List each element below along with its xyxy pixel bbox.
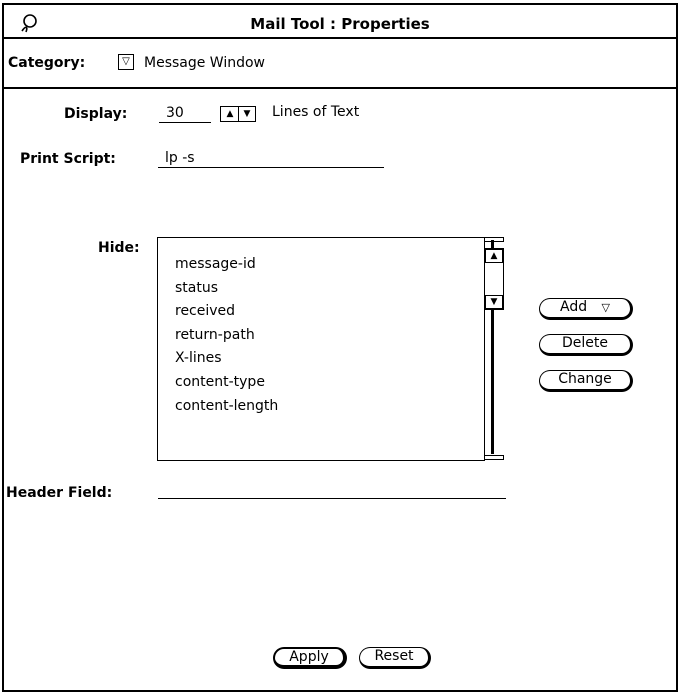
scroll-drag-area[interactable] [485, 267, 503, 293]
list-item[interactable]: status [175, 277, 278, 301]
list-item[interactable]: content-type [175, 371, 278, 395]
scroll-up-icon[interactable]: ▲ [485, 249, 503, 263]
scrollbar-bottom-cable-anchor[interactable] [484, 455, 504, 460]
category-label: Category: [8, 55, 86, 71]
add-button-label: Add [559, 299, 588, 315]
display-lines-input[interactable]: 30 [159, 105, 211, 123]
display-label: Display: [64, 106, 128, 122]
list-item[interactable]: message-id [175, 253, 278, 277]
hide-list[interactable]: message-id status received return-path X… [157, 237, 485, 461]
reset-button[interactable]: Reset [359, 647, 431, 669]
arrow-up-icon[interactable]: ▲ [222, 107, 238, 121]
title-bar[interactable]: Mail Tool : Properties [4, 5, 676, 39]
arrow-down-icon[interactable]: ▼ [238, 107, 255, 121]
delete-button[interactable]: Delete [539, 334, 633, 356]
chevron-down-icon: ▽ [122, 56, 130, 67]
scrollbar-top-cable-anchor[interactable] [484, 237, 504, 242]
list-item[interactable]: X-lines [175, 347, 278, 371]
print-script-label: Print Script: [20, 151, 116, 167]
list-item[interactable]: content-length [175, 395, 278, 419]
display-suffix: Lines of Text [272, 104, 360, 120]
scroll-down-icon[interactable]: ▼ [485, 295, 503, 309]
display-lines-stepper[interactable]: ▲ ▼ [220, 106, 256, 122]
category-value: Message Window [144, 55, 266, 71]
display-lines-value: 30 [166, 105, 184, 121]
print-script-input[interactable]: lp -s [158, 150, 384, 168]
category-bar: Category: ▽ Message Window [4, 41, 676, 89]
window-title: Mail Tool : Properties [250, 15, 430, 33]
category-menu-button[interactable]: ▽ [118, 54, 134, 70]
change-button[interactable]: Change [539, 370, 633, 392]
scrollbar-elevator[interactable]: ▲ ▼ [484, 248, 504, 310]
print-script-value: lp -s [165, 150, 195, 166]
add-button[interactable]: Add ▽ [539, 298, 633, 320]
chevron-down-icon: ▽ [601, 301, 611, 314]
header-field-label: Header Field: [6, 485, 113, 501]
apply-button[interactable]: Apply [273, 647, 347, 669]
hide-label: Hide: [98, 240, 140, 256]
list-item[interactable]: received [175, 300, 278, 324]
header-field-input[interactable] [158, 480, 506, 499]
list-item[interactable]: return-path [175, 324, 278, 348]
